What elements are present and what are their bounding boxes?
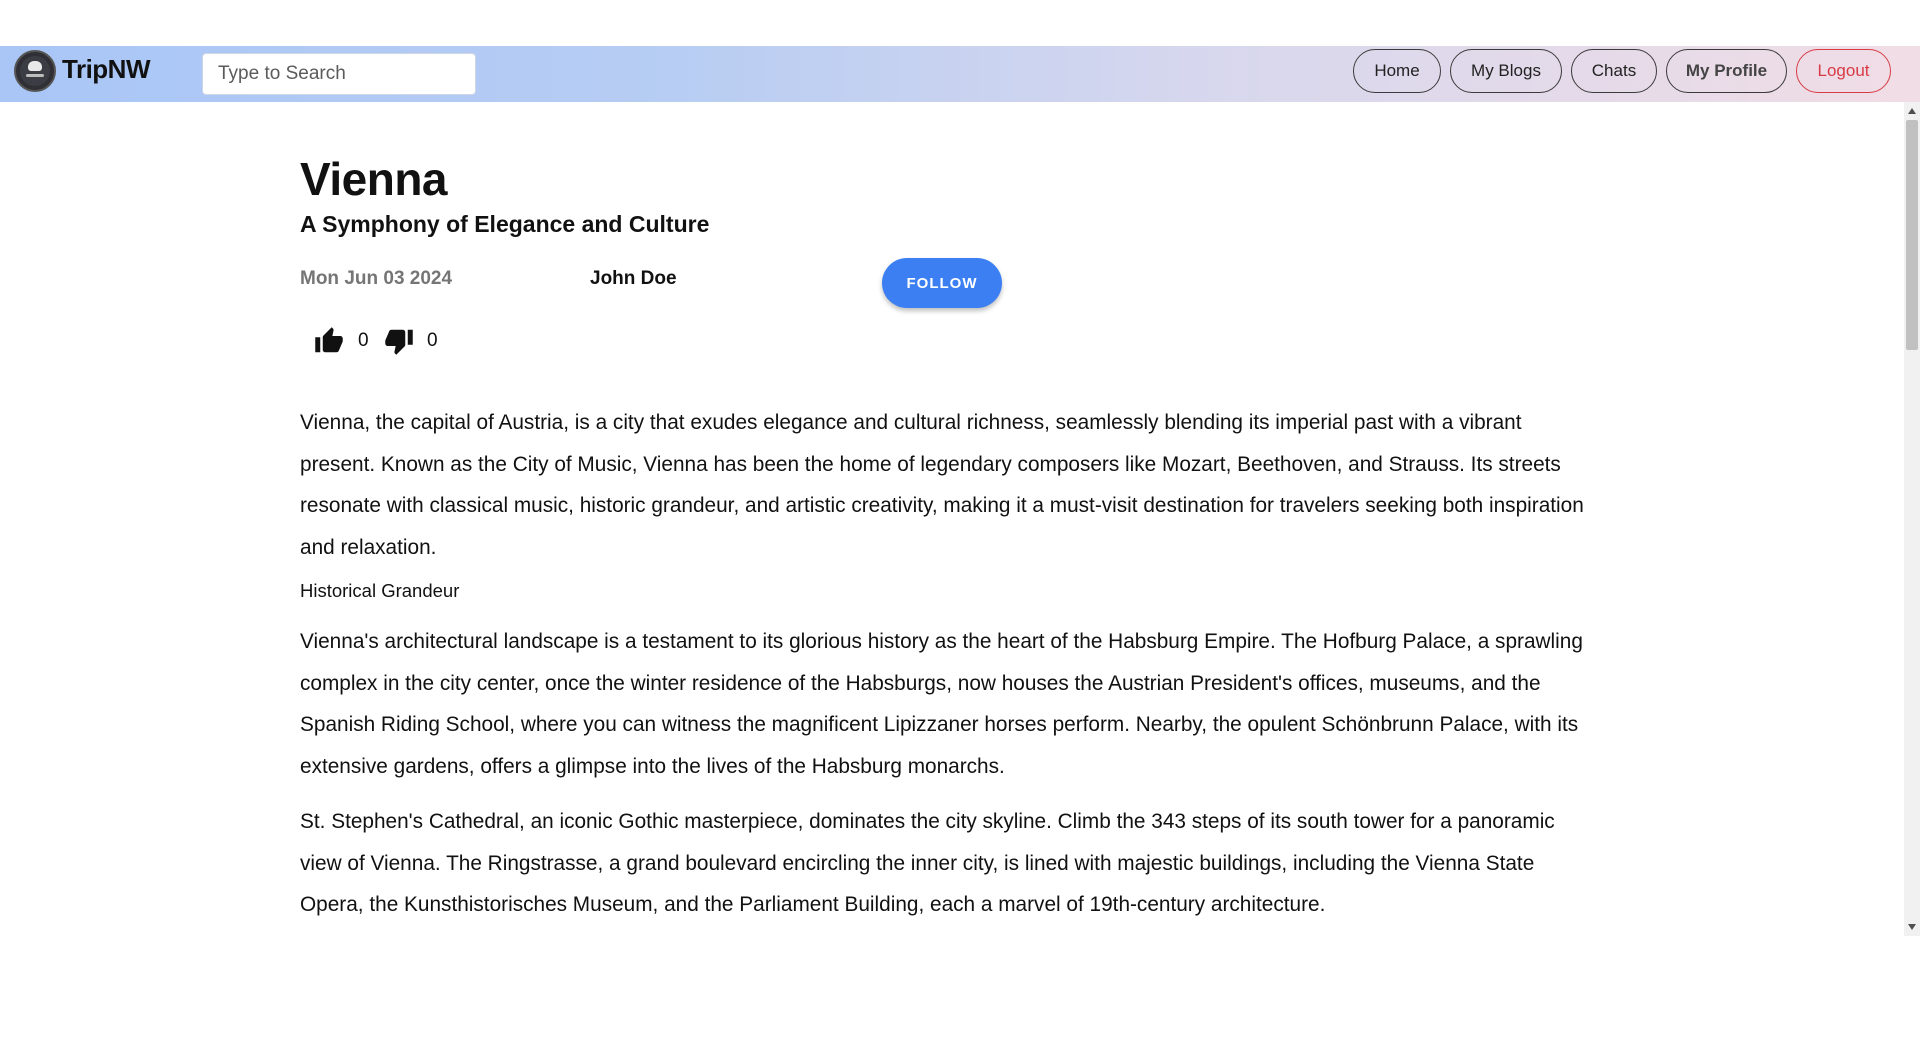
section-heading: Historical Grandeur: [300, 580, 460, 601]
post-body: Vienna, the capital of Austria, is a cit…: [300, 402, 1590, 926]
logo-emblem: [20, 56, 50, 86]
dislike-count: 0: [427, 330, 438, 351]
scroll-down-arrow-icon[interactable]: [1908, 924, 1916, 930]
logout-button[interactable]: Logout: [1796, 49, 1891, 93]
my-blogs-button[interactable]: My Blogs: [1450, 49, 1562, 93]
scrollbar-thumb[interactable]: [1906, 120, 1918, 350]
post-date: Mon Jun 03 2024: [300, 268, 453, 289]
search-input[interactable]: [202, 53, 476, 95]
thumbs-up-glyph: [315, 327, 343, 353]
intro-paragraph: Vienna, the capital of Austria, is a cit…: [300, 411, 1584, 559]
thumbs-down-glyph: [385, 329, 413, 355]
home-button[interactable]: Home: [1353, 49, 1441, 93]
like-count: 0: [358, 330, 369, 351]
post-subtitle: A Symphony of Elegance and Culture: [300, 211, 710, 237]
top-navbar: TripNW Home My Blogs Chats My Profile Lo…: [0, 46, 1920, 102]
thumbs-up-icon[interactable]: [314, 326, 344, 356]
scroll-up-arrow-icon[interactable]: [1908, 108, 1916, 114]
my-profile-button[interactable]: My Profile: [1666, 49, 1787, 93]
chats-button[interactable]: Chats: [1571, 49, 1657, 93]
follow-button[interactable]: FOLLOW: [882, 258, 1002, 308]
thumbs-down-icon[interactable]: [384, 326, 414, 356]
body-paragraph: St. Stephen's Cathedral, an iconic Gothi…: [300, 810, 1555, 916]
vertical-scrollbar[interactable]: [1904, 102, 1920, 936]
post-title: Vienna: [300, 153, 448, 205]
brand-name[interactable]: TripNW: [62, 54, 151, 85]
body-paragraph: Vienna's architectural landscape is a te…: [300, 630, 1583, 778]
tripnw-logo-icon[interactable]: [14, 50, 56, 92]
post-author[interactable]: John Doe: [590, 268, 677, 290]
